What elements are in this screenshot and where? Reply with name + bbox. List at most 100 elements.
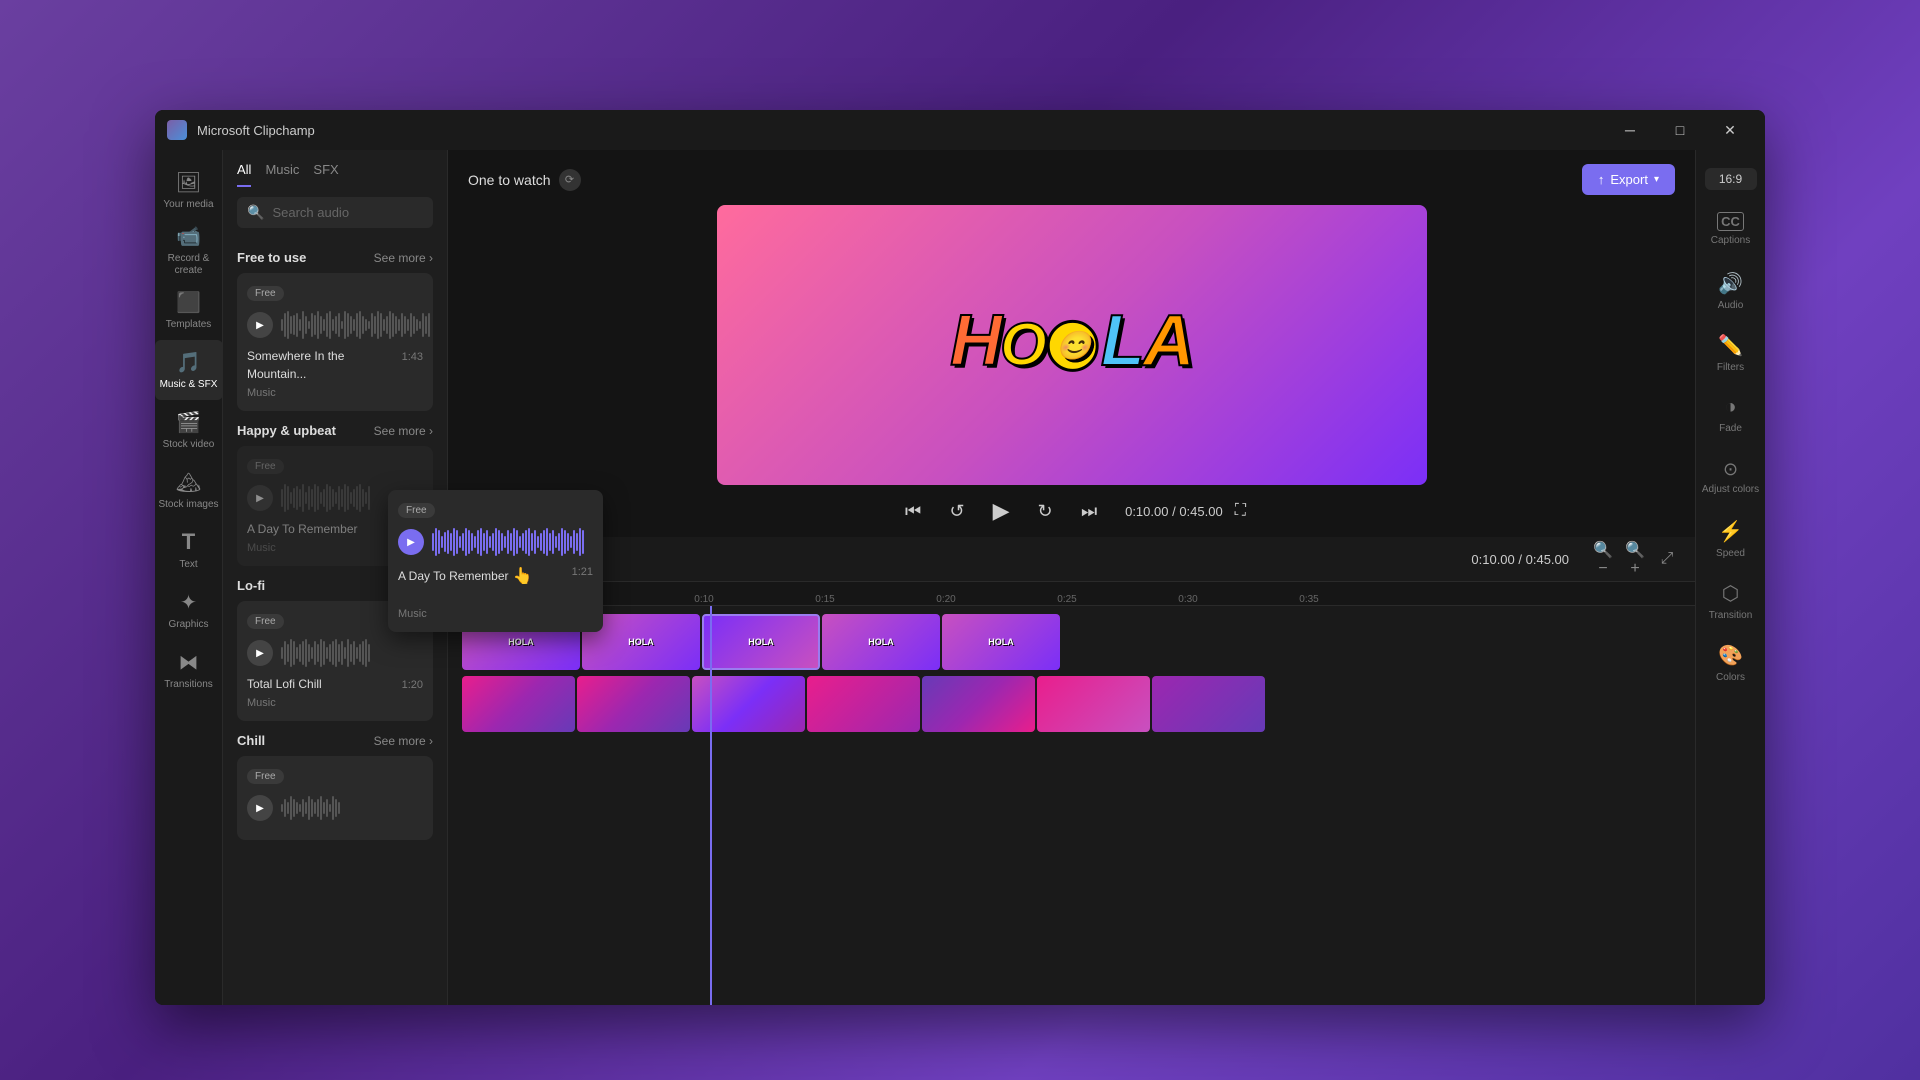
skip-to-end-button[interactable]: ⏭ (1073, 495, 1105, 527)
playhead-line (710, 606, 712, 1005)
close-button[interactable]: ✕ (1707, 114, 1753, 146)
hola-track: HOLA HOLA HOLA HOLA (462, 614, 1681, 670)
audio-panel-tabs: All Music SFX (223, 150, 447, 187)
right-nav-adjust-colors[interactable]: ⊙ Adjust colors (1696, 446, 1766, 508)
play-button-chill[interactable]: ▶ (247, 795, 273, 821)
section-free-to-use-header: Free to use See more › (237, 250, 433, 265)
tab-all[interactable]: All (237, 162, 251, 187)
play-button-day[interactable]: ▶ (247, 485, 273, 511)
track-badge-free: Free (247, 286, 284, 301)
hola-o: O (1000, 310, 1045, 379)
right-nav-captions[interactable]: CC Captions (1696, 198, 1766, 260)
tooltip-duration: 1:21 (572, 566, 593, 622)
sidebar-item-transitions[interactable]: ⧓ Transitions (155, 640, 223, 700)
fast-forward-button[interactable]: ↻ (1029, 495, 1061, 527)
track-type3: Music (247, 697, 276, 709)
bg-clip-2[interactable] (577, 676, 690, 732)
preview-area: One to watch ⟳ ↑ Export ▾ HO😊LA (448, 150, 1695, 537)
hola-clip-5[interactable]: HOLA (942, 614, 1060, 670)
bg-clip-5[interactable] (922, 676, 1035, 732)
section-chill-header: Chill See more › (237, 733, 433, 748)
transitions-label: Transitions (164, 679, 213, 691)
track-card-chill[interactable]: Free ▶ (237, 756, 433, 840)
tab-music[interactable]: Music (265, 162, 299, 187)
zoom-controls: 🔍− 🔍+ ⤢ (1589, 545, 1681, 573)
video-hola-text: HO😊LA (950, 300, 1193, 382)
music-sfx-label: Music & SFX (160, 379, 218, 391)
hola-track-row: HOLA HOLA HOLA HOLA (462, 614, 1681, 670)
zoom-in-button[interactable]: 🔍+ (1621, 545, 1649, 573)
export-chevron: ▾ (1654, 174, 1659, 185)
preview-title-text: One to watch (468, 172, 551, 188)
tooltip-info: A Day To Remember 👆 Music 1:21 (398, 566, 593, 622)
fullscreen-button[interactable]: ⛶ (1235, 502, 1246, 520)
play-button-somewhere[interactable]: ▶ (247, 312, 273, 338)
sidebar-item-stock-images[interactable]: 🏔 Stock images (155, 460, 223, 520)
bg-clip-3[interactable] (692, 676, 805, 732)
sidebar-item-templates[interactable]: ⬛ Templates (155, 280, 223, 340)
right-nav-transition[interactable]: ⬡ Transition (1696, 570, 1766, 632)
bg-clip-1[interactable] (462, 676, 575, 732)
fade-icon: ◑ (1724, 396, 1736, 419)
track-name2: A Day To Remember (247, 522, 358, 536)
see-more-happy[interactable]: See more › (374, 424, 433, 438)
waveform-lofi (281, 637, 423, 669)
timeline-time: 0:10.00 / 0:45.00 (1471, 552, 1569, 567)
waveform-chill (281, 792, 423, 824)
see-more-free[interactable]: See more › (374, 251, 433, 265)
bg-clip-4[interactable] (807, 676, 920, 732)
sidebar-item-your-media[interactable]: 🖼 Your media (155, 160, 223, 220)
search-input[interactable] (272, 205, 423, 220)
bg-clip-6[interactable] (1037, 676, 1150, 732)
track-card-somewhere[interactable]: Free ▶ Somewhere In the Mountain... Musi… (237, 273, 433, 411)
minimize-button[interactable]: ─ (1607, 114, 1653, 146)
time-mark-30: 0:30 (1178, 594, 1197, 605)
preview-badge[interactable]: ⟳ (559, 169, 581, 191)
play-pause-button[interactable]: ▶ (985, 495, 1017, 527)
templates-icon: ⬛ (176, 290, 201, 315)
see-more-chill[interactable]: See more › (374, 734, 433, 748)
sidebar-item-graphics[interactable]: ✦ Graphics (155, 580, 223, 640)
right-nav-speed[interactable]: ⚡ Speed (1696, 508, 1766, 570)
tooltip-cursor: 👆 (513, 566, 533, 586)
right-nav-fade[interactable]: ◑ Fade (1696, 384, 1766, 446)
track-badge-free3: Free (247, 614, 284, 629)
tab-sfx[interactable]: SFX (313, 162, 338, 187)
play-button-lofi[interactable]: ▶ (247, 640, 273, 666)
transition-label: Transition (1709, 610, 1753, 622)
right-nav-audio[interactable]: 🔊 Audio (1696, 260, 1766, 322)
track-player4: ▶ (247, 792, 423, 824)
rewind-button[interactable]: ↺ (941, 495, 973, 527)
search-icon: 🔍 (247, 204, 264, 221)
playback-time: 0:10.00 / 0:45.00 (1125, 504, 1223, 519)
graphics-icon: ✦ (180, 590, 197, 615)
timeline-toolbar: ↩ ↪ 🗑 ⧉ 0:10.00 / 0:45.00 🔍− 🔍+ ⤢ (448, 537, 1695, 582)
track-info-lofi: Total Lofi Chill Music 1:20 (247, 675, 423, 711)
hola-clip-3[interactable]: HOLA (702, 614, 820, 670)
track-tooltip: Free ▶ (388, 490, 603, 632)
bg-clip-7[interactable] (1152, 676, 1265, 732)
hola-clip-4[interactable]: HOLA (822, 614, 940, 670)
right-nav-colors[interactable]: 🎨 Colors (1696, 632, 1766, 694)
track-player: ▶ (247, 309, 423, 341)
export-button[interactable]: ↑ Export ▾ (1582, 164, 1675, 195)
skip-to-start-button[interactable]: ⏮ (897, 495, 929, 527)
sidebar-item-record-create[interactable]: 📹 Record & create (155, 220, 223, 280)
sidebar-item-text[interactable]: T Text (155, 520, 223, 580)
record-create-icon: 📹 (176, 224, 201, 249)
sidebar-item-music-sfx[interactable]: 🎵 Music & SFX (155, 340, 223, 400)
time-mark-20: 0:20 (936, 594, 955, 605)
captions-icon: CC (1717, 212, 1744, 231)
right-sidebar: 16:9 CC Captions 🔊 Audio ✏️ Filters ◑ Fa… (1695, 150, 1765, 1005)
sidebar-item-stock-video[interactable]: 🎬 Stock video (155, 400, 223, 460)
right-nav-filters[interactable]: ✏️ Filters (1696, 322, 1766, 384)
maximize-button[interactable]: □ (1657, 114, 1703, 146)
aspect-ratio-badge[interactable]: 16:9 (1705, 168, 1757, 190)
tooltip-play-button[interactable]: ▶ (398, 529, 424, 555)
fit-button[interactable]: ⤢ (1653, 545, 1681, 573)
zoom-out-button[interactable]: 🔍− (1589, 545, 1617, 573)
audio-label: Audio (1718, 300, 1744, 312)
section-happy-header: Happy & upbeat See more › (237, 423, 433, 438)
tooltip-waveform (432, 526, 593, 558)
tooltip-player: ▶ (398, 526, 593, 558)
